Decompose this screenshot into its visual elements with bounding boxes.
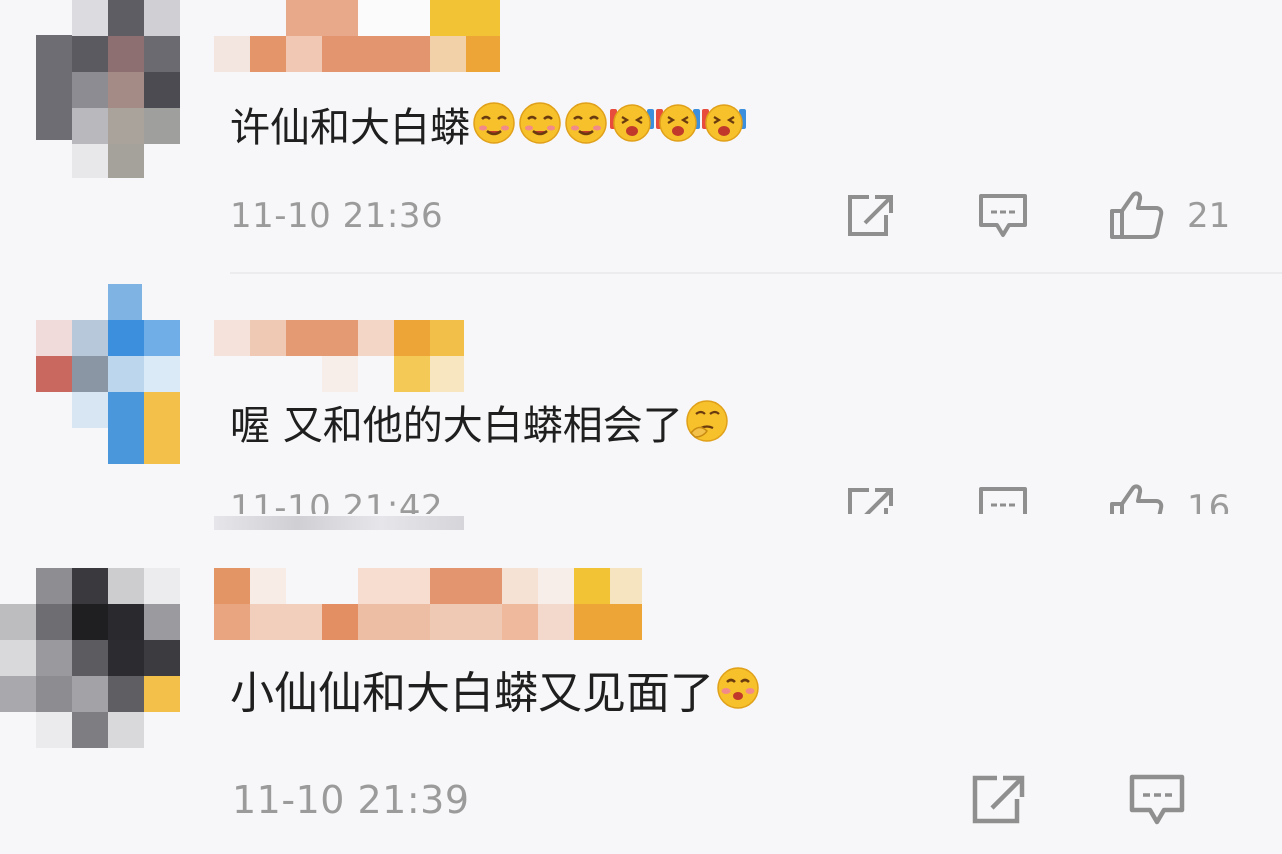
cheer-emoji <box>656 101 700 160</box>
comment-body: 许仙和大白蟒 <box>230 105 470 151</box>
cheer-emoji <box>610 101 654 160</box>
comment-button[interactable] <box>977 485 1029 514</box>
comment-item: 许仙和大白蟒 11-10 21:36 21 <box>0 0 1282 275</box>
comment-text: 小仙仙和大白蟒又见面了 <box>230 664 760 726</box>
comment-item: 小仙仙和大白蟒又见面了 11-10 21:39 <box>0 568 1282 854</box>
timestamp: 11-10 21:42 <box>230 488 444 514</box>
avatar[interactable] <box>36 284 186 464</box>
share-button[interactable] <box>970 774 1026 826</box>
comment-button[interactable] <box>977 192 1029 240</box>
comment-body: 小仙仙和大白蟒又见面了 <box>230 668 714 719</box>
action-row-clipped: 11-10 21:42 16 <box>0 480 1282 514</box>
emoji-group <box>683 399 729 449</box>
share-icon <box>848 195 893 236</box>
thumbs-up-icon <box>1110 484 1164 514</box>
comment-button[interactable] <box>1128 773 1186 827</box>
timestamp: 11-10 21:39 <box>232 778 470 822</box>
redaction-strip <box>214 516 464 530</box>
share-icon <box>848 488 893 514</box>
username[interactable] <box>214 568 642 640</box>
like-count: 21 <box>1187 196 1231 236</box>
share-button[interactable] <box>845 486 895 514</box>
timestamp: 11-10 21:36 <box>230 196 444 236</box>
like-count: 16 <box>1187 488 1231 514</box>
comment-icon <box>1129 774 1185 825</box>
blush-laugh-emoji <box>564 101 608 160</box>
share-button[interactable] <box>845 193 895 239</box>
avatar[interactable] <box>36 0 181 178</box>
avatar[interactable] <box>0 568 182 748</box>
comment-text: 许仙和大白蟒 <box>230 100 746 160</box>
divider <box>230 272 1282 274</box>
username[interactable] <box>214 320 464 392</box>
username[interactable] <box>214 0 500 72</box>
like-button[interactable] <box>1108 189 1166 241</box>
comment-text: 喔 又和他的大白蟒相会了 <box>230 398 729 458</box>
comment-body: 喔 又和他的大白蟒相会了 <box>230 403 683 449</box>
emoji-group <box>470 101 746 151</box>
comment-item: 喔 又和他的大白蟒相会了 11-10 21:42 16 <box>0 284 1282 530</box>
blush-laugh-emoji <box>472 101 516 160</box>
share-icon <box>972 775 1025 824</box>
like-button[interactable] <box>1108 482 1166 514</box>
thumbs-up-icon <box>1110 191 1164 239</box>
cheer-emoji <box>702 101 746 160</box>
emoji-group <box>714 667 760 719</box>
happy-blush-emoji <box>716 666 760 726</box>
blush-laugh-emoji <box>518 101 562 160</box>
comment-icon <box>979 487 1027 514</box>
thinking-emoji <box>685 399 729 458</box>
comment-icon <box>979 194 1027 237</box>
